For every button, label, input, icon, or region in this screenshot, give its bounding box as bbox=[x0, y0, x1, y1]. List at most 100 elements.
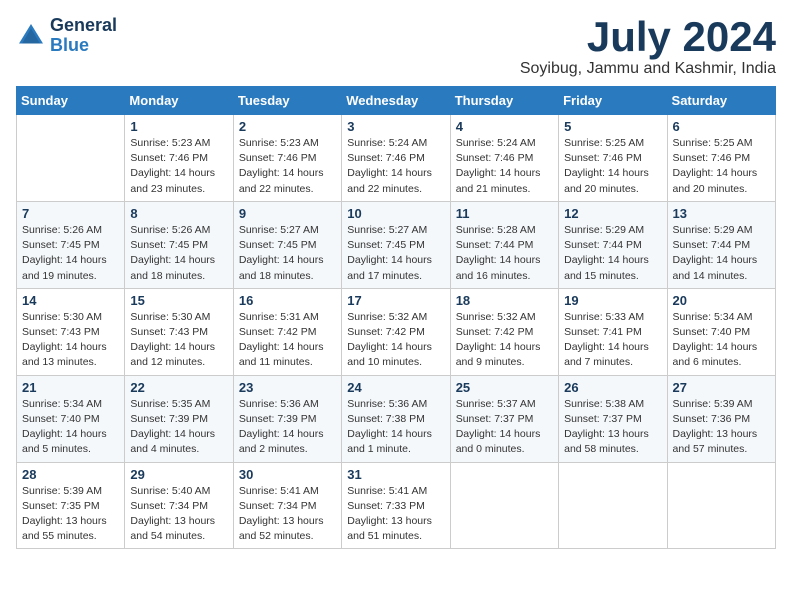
calendar-cell: 27 Sunrise: 5:39 AM Sunset: 7:36 PM Dayli… bbox=[667, 375, 775, 462]
calendar-table: SundayMondayTuesdayWednesdayThursdayFrid… bbox=[16, 86, 776, 549]
day-info: Sunrise: 5:25 AM Sunset: 7:46 PM Dayligh… bbox=[564, 136, 661, 197]
day-info: Sunrise: 5:26 AM Sunset: 7:45 PM Dayligh… bbox=[22, 223, 119, 284]
calendar-cell bbox=[450, 462, 558, 549]
header-wednesday: Wednesday bbox=[342, 87, 450, 115]
day-number: 28 bbox=[22, 467, 119, 482]
day-number: 30 bbox=[239, 467, 336, 482]
calendar-cell bbox=[559, 462, 667, 549]
calendar-cell: 17 Sunrise: 5:32 AM Sunset: 7:42 PM Dayli… bbox=[342, 288, 450, 375]
day-number: 24 bbox=[347, 380, 444, 395]
calendar-cell: 11 Sunrise: 5:28 AM Sunset: 7:44 PM Dayli… bbox=[450, 201, 558, 288]
calendar-cell: 6 Sunrise: 5:25 AM Sunset: 7:46 PM Daylig… bbox=[667, 115, 775, 202]
day-number: 20 bbox=[673, 293, 770, 308]
day-number: 26 bbox=[564, 380, 661, 395]
header-tuesday: Tuesday bbox=[233, 87, 341, 115]
calendar-cell: 21 Sunrise: 5:34 AM Sunset: 7:40 PM Dayli… bbox=[17, 375, 125, 462]
day-info: Sunrise: 5:25 AM Sunset: 7:46 PM Dayligh… bbox=[673, 136, 770, 197]
day-info: Sunrise: 5:30 AM Sunset: 7:43 PM Dayligh… bbox=[130, 310, 227, 371]
calendar-cell: 9 Sunrise: 5:27 AM Sunset: 7:45 PM Daylig… bbox=[233, 201, 341, 288]
day-info: Sunrise: 5:41 AM Sunset: 7:34 PM Dayligh… bbox=[239, 484, 336, 545]
calendar-cell: 29Sunrise: 5:40 AM Sunset: 7:34 PM Dayli… bbox=[125, 462, 233, 549]
logo-icon bbox=[16, 21, 46, 51]
logo: General Blue bbox=[16, 16, 117, 56]
day-number: 7 bbox=[22, 206, 119, 221]
calendar-cell: 16 Sunrise: 5:31 AM Sunset: 7:42 PM Dayli… bbox=[233, 288, 341, 375]
day-info: Sunrise: 5:33 AM Sunset: 7:41 PM Dayligh… bbox=[564, 310, 661, 371]
day-info: Sunrise: 5:39 AM Sunset: 7:36 PM Dayligh… bbox=[673, 397, 770, 458]
day-number: 5 bbox=[564, 119, 661, 134]
calendar-cell: 28Sunrise: 5:39 AM Sunset: 7:35 PM Dayli… bbox=[17, 462, 125, 549]
day-number: 3 bbox=[347, 119, 444, 134]
day-number: 12 bbox=[564, 206, 661, 221]
calendar-cell: 19 Sunrise: 5:33 AM Sunset: 7:41 PM Dayli… bbox=[559, 288, 667, 375]
calendar-week-row: 7 Sunrise: 5:26 AM Sunset: 7:45 PM Daylig… bbox=[17, 201, 776, 288]
day-info: Sunrise: 5:32 AM Sunset: 7:42 PM Dayligh… bbox=[456, 310, 553, 371]
day-info: Sunrise: 5:40 AM Sunset: 7:34 PM Dayligh… bbox=[130, 484, 227, 545]
day-number: 21 bbox=[22, 380, 119, 395]
day-info: Sunrise: 5:26 AM Sunset: 7:45 PM Dayligh… bbox=[130, 223, 227, 284]
day-number: 19 bbox=[564, 293, 661, 308]
day-number: 15 bbox=[130, 293, 227, 308]
day-number: 16 bbox=[239, 293, 336, 308]
day-info: Sunrise: 5:23 AM Sunset: 7:46 PM Dayligh… bbox=[130, 136, 227, 197]
calendar-cell: 14Sunrise: 5:30 AM Sunset: 7:43 PM Dayli… bbox=[17, 288, 125, 375]
calendar-cell: 8Sunrise: 5:26 AM Sunset: 7:45 PM Daylig… bbox=[125, 201, 233, 288]
calendar-cell: 12 Sunrise: 5:29 AM Sunset: 7:44 PM Dayli… bbox=[559, 201, 667, 288]
calendar-cell: 2 Sunrise: 5:23 AM Sunset: 7:46 PM Daylig… bbox=[233, 115, 341, 202]
day-info: Sunrise: 5:41 AM Sunset: 7:33 PM Dayligh… bbox=[347, 484, 444, 545]
day-number: 4 bbox=[456, 119, 553, 134]
calendar-week-row: 1 Sunrise: 5:23 AM Sunset: 7:46 PM Daylig… bbox=[17, 115, 776, 202]
calendar-week-row: 21 Sunrise: 5:34 AM Sunset: 7:40 PM Dayli… bbox=[17, 375, 776, 462]
calendar-cell: 18Sunrise: 5:32 AM Sunset: 7:42 PM Dayli… bbox=[450, 288, 558, 375]
calendar-cell: 7 Sunrise: 5:26 AM Sunset: 7:45 PM Daylig… bbox=[17, 201, 125, 288]
calendar-cell: 25 Sunrise: 5:37 AM Sunset: 7:37 PM Dayli… bbox=[450, 375, 558, 462]
logo-text: General Blue bbox=[50, 16, 117, 56]
calendar-cell: 13 Sunrise: 5:29 AM Sunset: 7:44 PM Dayli… bbox=[667, 201, 775, 288]
day-info: Sunrise: 5:27 AM Sunset: 7:45 PM Dayligh… bbox=[347, 223, 444, 284]
calendar-cell: 23 Sunrise: 5:36 AM Sunset: 7:39 PM Dayli… bbox=[233, 375, 341, 462]
day-info: Sunrise: 5:34 AM Sunset: 7:40 PM Dayligh… bbox=[673, 310, 770, 371]
location-title: Soyibug, Jammu and Kashmir, India bbox=[520, 60, 776, 78]
day-number: 11 bbox=[456, 206, 553, 221]
calendar-cell: 4 Sunrise: 5:24 AM Sunset: 7:46 PM Daylig… bbox=[450, 115, 558, 202]
day-number: 23 bbox=[239, 380, 336, 395]
day-number: 1 bbox=[130, 119, 227, 134]
day-info: Sunrise: 5:24 AM Sunset: 7:46 PM Dayligh… bbox=[347, 136, 444, 197]
header-thursday: Thursday bbox=[450, 87, 558, 115]
calendar-cell bbox=[17, 115, 125, 202]
day-number: 25 bbox=[456, 380, 553, 395]
day-number: 14 bbox=[22, 293, 119, 308]
day-info: Sunrise: 5:31 AM Sunset: 7:42 PM Dayligh… bbox=[239, 310, 336, 371]
day-info: Sunrise: 5:35 AM Sunset: 7:39 PM Dayligh… bbox=[130, 397, 227, 458]
calendar-cell: 3 Sunrise: 5:24 AM Sunset: 7:46 PM Daylig… bbox=[342, 115, 450, 202]
day-info: Sunrise: 5:38 AM Sunset: 7:37 PM Dayligh… bbox=[564, 397, 661, 458]
day-number: 9 bbox=[239, 206, 336, 221]
day-info: Sunrise: 5:32 AM Sunset: 7:42 PM Dayligh… bbox=[347, 310, 444, 371]
day-info: Sunrise: 5:27 AM Sunset: 7:45 PM Dayligh… bbox=[239, 223, 336, 284]
day-info: Sunrise: 5:29 AM Sunset: 7:44 PM Dayligh… bbox=[564, 223, 661, 284]
day-info: Sunrise: 5:37 AM Sunset: 7:37 PM Dayligh… bbox=[456, 397, 553, 458]
day-number: 6 bbox=[673, 119, 770, 134]
day-info: Sunrise: 5:28 AM Sunset: 7:44 PM Dayligh… bbox=[456, 223, 553, 284]
day-info: Sunrise: 5:23 AM Sunset: 7:46 PM Dayligh… bbox=[239, 136, 336, 197]
header-saturday: Saturday bbox=[667, 87, 775, 115]
day-number: 17 bbox=[347, 293, 444, 308]
day-info: Sunrise: 5:36 AM Sunset: 7:39 PM Dayligh… bbox=[239, 397, 336, 458]
header-sunday: Sunday bbox=[17, 87, 125, 115]
calendar-cell: 15 Sunrise: 5:30 AM Sunset: 7:43 PM Dayli… bbox=[125, 288, 233, 375]
calendar-week-row: 14 Sunrise: 5:30 AM Sunset: 7:43 PM Dayli… bbox=[17, 288, 776, 375]
day-number: 2 bbox=[239, 119, 336, 134]
header-monday: Monday bbox=[125, 87, 233, 115]
day-number: 27 bbox=[673, 380, 770, 395]
calendar-cell bbox=[667, 462, 775, 549]
day-info: Sunrise: 5:36 AM Sunset: 7:38 PM Dayligh… bbox=[347, 397, 444, 458]
calendar-cell: 26 Sunrise: 5:38 AM Sunset: 7:37 PM Dayli… bbox=[559, 375, 667, 462]
day-number: 22 bbox=[130, 380, 227, 395]
day-number: 13 bbox=[673, 206, 770, 221]
day-info: Sunrise: 5:24 AM Sunset: 7:46 PM Dayligh… bbox=[456, 136, 553, 197]
day-info: Sunrise: 5:29 AM Sunset: 7:44 PM Dayligh… bbox=[673, 223, 770, 284]
calendar-week-row: 28Sunrise: 5:39 AM Sunset: 7:35 PM Dayli… bbox=[17, 462, 776, 549]
calendar-cell: 22 Sunrise: 5:35 AM Sunset: 7:39 PM Dayli… bbox=[125, 375, 233, 462]
day-info: Sunrise: 5:34 AM Sunset: 7:40 PM Dayligh… bbox=[22, 397, 119, 458]
calendar-cell: 24 Sunrise: 5:36 AM Sunset: 7:38 PM Dayli… bbox=[342, 375, 450, 462]
